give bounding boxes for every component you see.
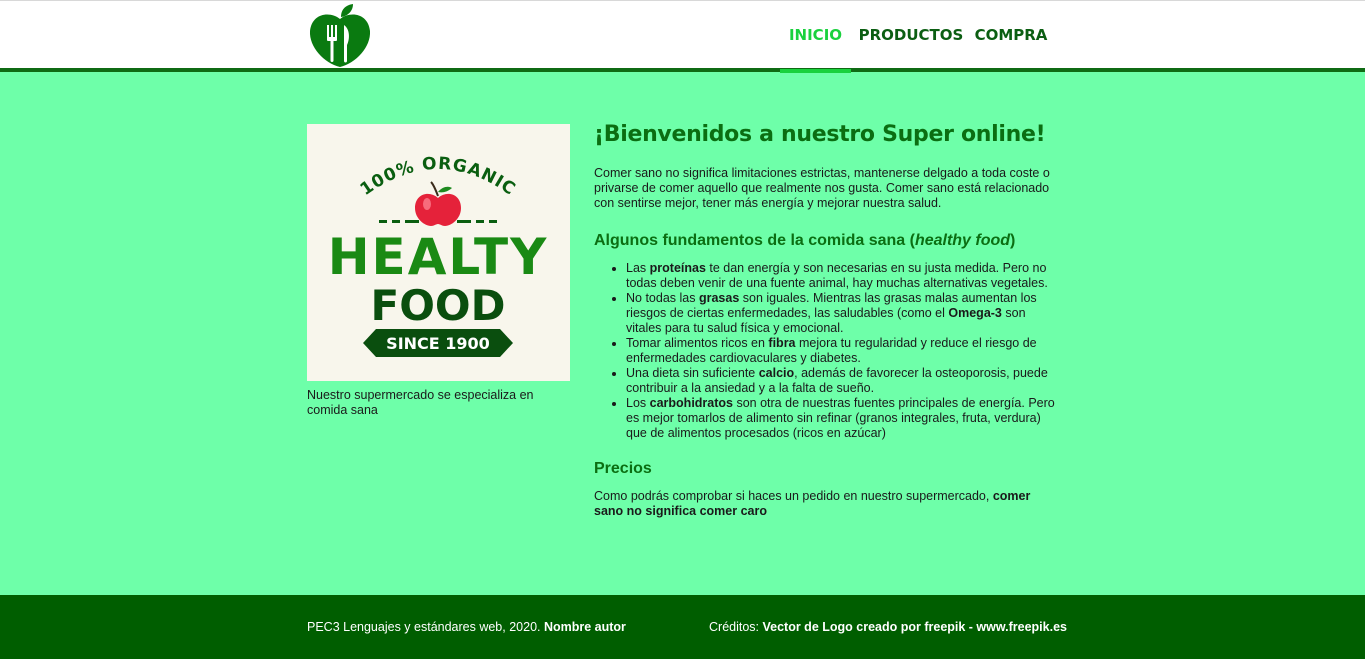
intro-paragraph: Comer sano no significa limitaciones est… [594,166,1050,210]
list-item: Los carbohidratos son otra de nuestras f… [626,396,1060,441]
nav-item-inicio[interactable]: INICIO [780,1,851,73]
nav-item-compra[interactable]: COMPRA [971,1,1051,73]
nav-item-productos[interactable]: PRODUCTOS [851,1,971,73]
apple-icon [415,181,461,226]
list-item: No todas las grasas son iguales. Mientra… [626,291,1060,336]
credits-link[interactable]: Vector de Logo creado por freepik - www.… [763,620,1067,634]
author-name: Nombre autor [543,620,626,634]
site-header: INICIO PRODUCTOS COMPRA [0,0,1365,73]
hero-caption: Nuestro supermercado se especializa en c… [307,388,534,417]
list-item: Las proteínas te dan energía y son neces… [626,261,1060,291]
page-title: ¡Bienvenidos a nuestro Super online! [594,122,1046,147]
footer-credits: Créditos: Vector de Logo creado por free… [709,620,1067,634]
fundamentals-list: Las proteínas te dan energía y son neces… [594,261,1060,441]
badge-top-text: 100% ORGANIC [357,154,519,200]
healthy-food-logo-image: 100% ORGANIC HEALTY FOOD SINCE 1900 [307,124,570,381]
badge-line2-text: FOOD [371,281,506,330]
badge-line1-text: HEALTY [328,228,549,286]
apple-logo-icon[interactable] [308,3,372,69]
svg-text:100% ORGANIC: 100% ORGANIC [357,154,520,200]
footer-copyright: PEC3 Lenguajes y estándares web, 2020. N… [307,620,626,634]
main-content: ¡Bienvenidos a nuestro Super online! Com… [594,120,1060,519]
list-item: Tomar alimentos ricos en fibra mejora tu… [626,336,1060,366]
prices-heading: Precios [594,460,652,477]
fundamentals-heading: Algunos fundamentos de la comida sana (h… [594,232,1016,249]
list-item: Una dieta sin suficiente calcio, además … [626,366,1060,396]
badge-ribbon-text: SINCE 1900 [386,334,490,353]
site-footer: PEC3 Lenguajes y estándares web, 2020. N… [0,595,1365,659]
prices-paragraph: Como podrás comprobar si haces un pedido… [594,489,1031,518]
